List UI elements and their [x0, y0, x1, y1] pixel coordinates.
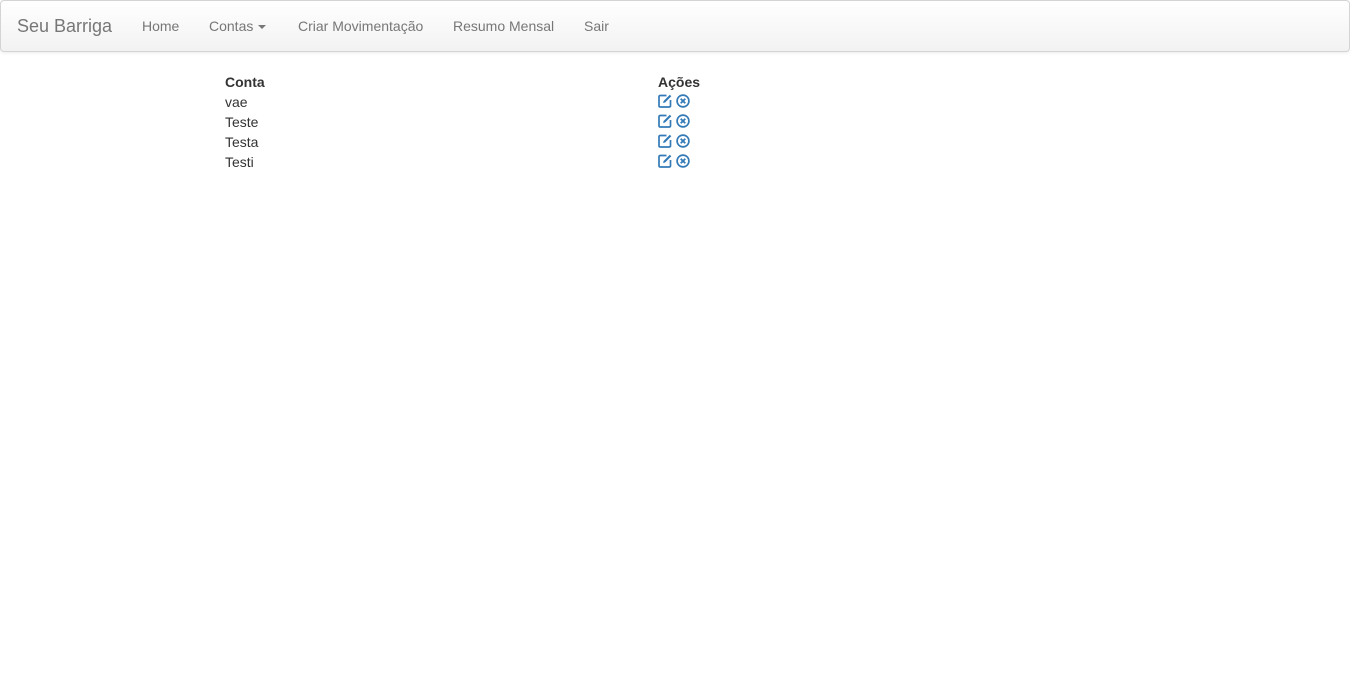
nav-contas-dropdown[interactable]: Contas	[209, 1, 267, 51]
account-name: Testa	[225, 134, 259, 150]
edit-icon[interactable]	[658, 154, 672, 168]
nav-home[interactable]: Home	[142, 1, 179, 51]
remove-circle-icon[interactable]	[676, 134, 690, 148]
edit-icon[interactable]	[658, 134, 672, 148]
remove-circle-icon[interactable]	[676, 114, 690, 128]
navbar: Seu Barriga Home Contas Criar Movimentaç…	[0, 0, 1350, 52]
header-acoes: Ações	[658, 74, 701, 90]
nav-resumo-mensal[interactable]: Resumo Mensal	[453, 1, 554, 51]
table-header: Conta Ações	[225, 72, 1125, 92]
table-row: Teste	[225, 112, 1125, 132]
brand-link[interactable]: Seu Barriga	[17, 1, 112, 51]
account-name: Teste	[225, 114, 259, 130]
header-conta: Conta	[225, 74, 265, 90]
edit-icon[interactable]	[658, 114, 672, 128]
row-actions	[658, 134, 690, 150]
remove-circle-icon[interactable]	[676, 94, 690, 108]
accounts-table: Conta Ações vae Teste Testa Testi	[225, 72, 1125, 172]
table-row: vae	[225, 92, 1125, 112]
nav-sair[interactable]: Sair	[584, 1, 609, 51]
row-actions	[658, 154, 690, 170]
edit-icon[interactable]	[658, 94, 672, 108]
remove-circle-icon[interactable]	[676, 154, 690, 168]
account-name: Testi	[225, 154, 254, 170]
row-actions	[658, 114, 690, 130]
table-row: Testa	[225, 132, 1125, 152]
nav-criar-movimentacao[interactable]: Criar Movimentação	[298, 1, 423, 51]
caret-down-icon	[258, 25, 267, 30]
row-actions	[658, 94, 690, 110]
table-row: Testi	[225, 152, 1125, 172]
nav-contas-label: Contas	[209, 18, 254, 34]
account-name: vae	[225, 94, 248, 110]
